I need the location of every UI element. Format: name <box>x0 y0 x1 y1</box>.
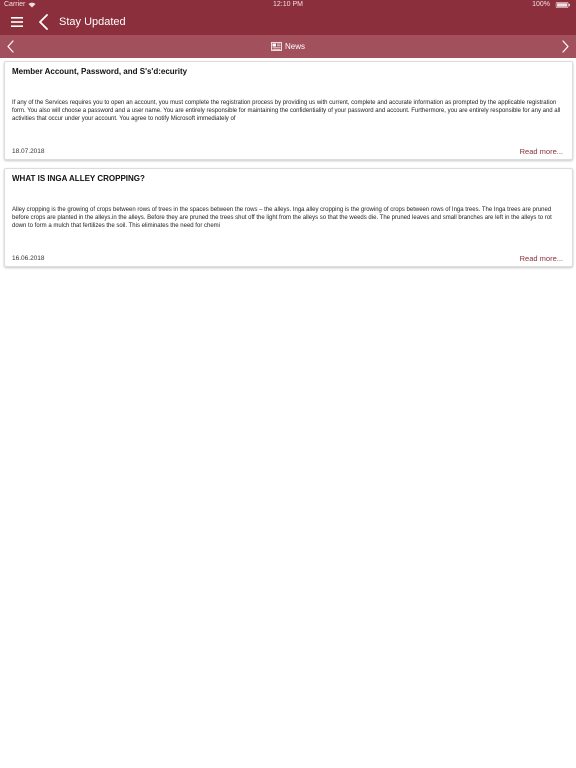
category-label: News <box>284 42 305 51</box>
status-time: 12:10 PM <box>273 1 303 8</box>
news-feed: Member Account, Password, and S's'd:ecur… <box>4 61 573 275</box>
news-card[interactable]: Member Account, Password, and S's'd:ecur… <box>4 61 573 160</box>
read-more-link[interactable]: Read more... <box>520 254 563 263</box>
news-card-title: WHAT IS INGA ALLEY CROPPING? <box>12 174 145 183</box>
news-card-date: 16.06.2018 <box>12 255 45 262</box>
news-card-excerpt: Alley cropping is the growing of crops b… <box>12 207 552 229</box>
news-card-excerpt: If any of the Services requires you to o… <box>12 100 561 122</box>
read-more-link[interactable]: Read more... <box>520 147 563 156</box>
status-bar: Carrier 12:10 PM 100% <box>0 0 576 10</box>
page-title: Stay Updated <box>59 16 126 28</box>
battery-icon <box>555 2 570 8</box>
next-chevron-icon[interactable] <box>560 40 570 53</box>
hamburger-menu-icon[interactable] <box>10 16 24 28</box>
news-card[interactable]: WHAT IS INGA ALLEY CROPPING? Alley cropp… <box>4 168 573 267</box>
battery-percent: 100% <box>532 1 550 8</box>
category-nav: News <box>0 35 576 58</box>
newspaper-icon <box>271 42 282 51</box>
news-card-date: 18.07.2018 <box>12 148 45 155</box>
app-header: Stay Updated <box>0 10 576 35</box>
back-chevron-icon[interactable] <box>38 14 50 30</box>
news-card-title: Member Account, Password, and S's'd:ecur… <box>12 67 188 76</box>
category-title: News <box>0 35 576 58</box>
